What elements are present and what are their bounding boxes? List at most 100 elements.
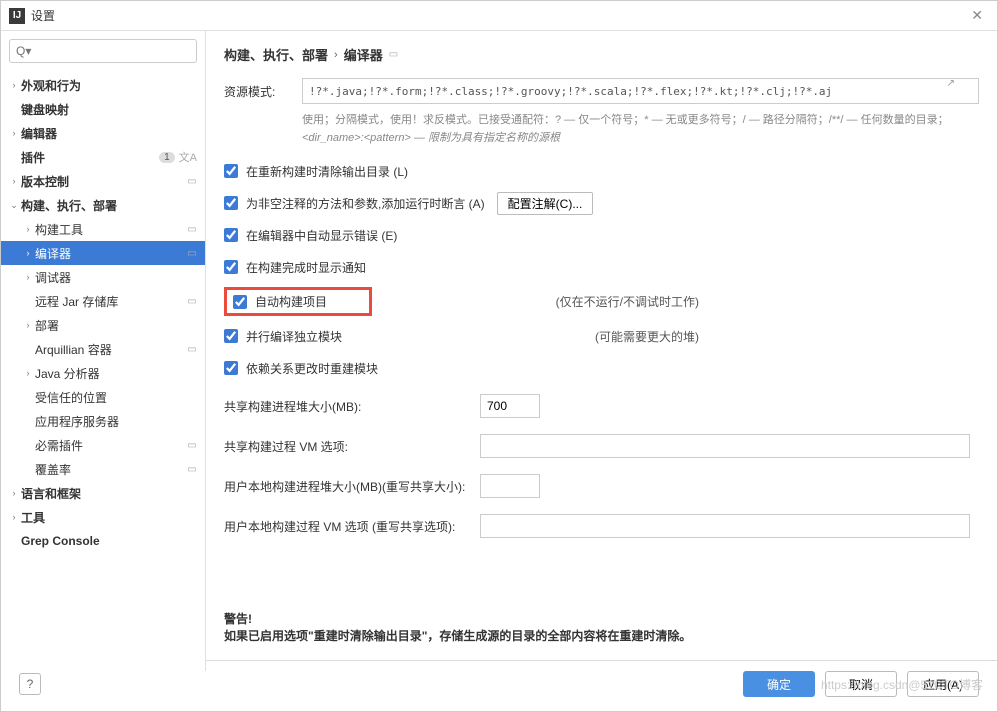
tag-icon: ▭ xyxy=(389,49,398,60)
sidebar-item[interactable]: 覆盖率▭ xyxy=(1,457,205,481)
apply-button[interactable]: 应用(A) xyxy=(907,671,979,697)
chevron-icon: › xyxy=(21,248,35,258)
tag-icon: ▭ xyxy=(185,294,199,308)
sidebar-item[interactable]: Arquillian 容器 ▭ xyxy=(1,337,205,361)
sidebar-item-label: 外观和行为 xyxy=(21,77,199,94)
sidebar-item[interactable]: 插件1 文A xyxy=(1,145,205,169)
sidebar-item-label: 覆盖率 xyxy=(35,461,181,478)
tag-icon: ▭ xyxy=(185,222,199,236)
user-heap-input[interactable] xyxy=(480,474,540,498)
chevron-right-icon: › xyxy=(334,49,338,61)
tag-icon: ▭ xyxy=(185,174,199,188)
sidebar-item-label: 调试器 xyxy=(35,269,199,286)
auto-show-errors-label: 在编辑器中自动显示错误 (E) xyxy=(246,227,397,244)
add-assertions-checkbox[interactable] xyxy=(224,196,238,210)
sidebar-item-label: 编辑器 xyxy=(21,125,199,142)
auto-build-checkbox[interactable] xyxy=(233,295,247,309)
heap-size-input[interactable] xyxy=(480,394,540,418)
window-title: 设置 xyxy=(31,7,965,24)
sidebar-item-label: Java 分析器 xyxy=(35,365,199,382)
sidebar-item[interactable]: 受信任的位置 xyxy=(1,385,205,409)
sidebar: ›外观和行为键盘映射›编辑器插件1文A›版本控制▭⌄构建、执行、部署›构建工具▭… xyxy=(1,31,206,671)
chevron-icon: › xyxy=(21,224,35,234)
ok-button[interactable]: 确定 xyxy=(743,671,815,697)
auto-build-highlight: 自动构建项目 xyxy=(224,287,372,316)
sidebar-item[interactable]: Grep Console xyxy=(1,529,205,553)
sidebar-item[interactable]: 应用程序服务器 xyxy=(1,409,205,433)
resource-pattern-label: 资源模式: xyxy=(224,83,302,100)
chevron-icon: › xyxy=(21,368,35,378)
show-notification-label: 在构建完成时显示通知 xyxy=(246,259,366,276)
clear-output-checkbox[interactable] xyxy=(224,164,238,178)
auto-show-errors-checkbox[interactable] xyxy=(224,228,238,242)
tag-icon: ▭ xyxy=(185,342,199,356)
badge: 1 xyxy=(159,152,175,163)
sidebar-item[interactable]: 键盘映射 xyxy=(1,97,205,121)
close-icon[interactable]: ✕ xyxy=(965,7,989,24)
pattern-help: 使用；分隔模式，使用！求反模式。已接受通配符：? — 仅一个符号；* — 无或更… xyxy=(224,112,979,147)
chevron-icon: › xyxy=(21,320,35,330)
sidebar-item-label: 语言和框架 xyxy=(21,485,199,502)
sidebar-item[interactable]: ›部署 xyxy=(1,313,205,337)
sidebar-item-label: 编译器 xyxy=(35,245,181,262)
expand-icon[interactable]: ↗ xyxy=(947,78,955,89)
user-heap-label: 用户本地构建进程堆大小(MB)(重写共享大小): xyxy=(224,478,480,495)
chevron-icon: › xyxy=(7,128,21,138)
footer: ? 确定 取消 应用(A) xyxy=(1,671,997,711)
auto-build-label: 自动构建项目 xyxy=(255,293,327,310)
title-bar: IJ 设置 ✕ xyxy=(1,1,997,31)
sidebar-item-label: Arquillian 容器 xyxy=(35,341,181,358)
sidebar-item[interactable]: ›调试器 xyxy=(1,265,205,289)
sidebar-item[interactable]: ›外观和行为 xyxy=(1,73,205,97)
cancel-button[interactable]: 取消 xyxy=(825,671,897,697)
sidebar-item-label: 远程 Jar 存储库 xyxy=(35,293,181,310)
sidebar-item[interactable]: ›版本控制 ▭ xyxy=(1,169,205,193)
sidebar-item[interactable]: ⌄构建、执行、部署 xyxy=(1,193,205,217)
tag-icon: ▭ xyxy=(185,246,199,260)
app-icon: IJ xyxy=(9,8,25,24)
sidebar-item[interactable]: ›编译器 ▭ xyxy=(1,241,205,265)
clear-output-label: 在重新构建时清除输出目录 (L) xyxy=(246,163,408,180)
sidebar-item[interactable]: 必需插件 ▭ xyxy=(1,433,205,457)
sidebar-item-label: 工具 xyxy=(21,509,199,526)
search-input[interactable] xyxy=(9,39,197,63)
vm-options-input[interactable] xyxy=(480,434,970,458)
rebuild-deps-label: 依赖关系更改时重建模块 xyxy=(246,360,378,377)
tag-icon: ▭ xyxy=(185,438,199,452)
breadcrumb: 构建、执行、部署 › 编译器 ▭ xyxy=(224,45,979,64)
breadcrumb-part: 构建、执行、部署 xyxy=(224,45,328,64)
chevron-icon: › xyxy=(7,176,21,186)
separator xyxy=(206,660,997,661)
sidebar-item-label: 必需插件 xyxy=(35,437,181,454)
sidebar-item[interactable]: ›工具 xyxy=(1,505,205,529)
vm-options-label: 共享构建过程 VM 选项: xyxy=(224,438,480,455)
sidebar-item-label: 构建工具 xyxy=(35,221,181,238)
auto-build-note: (仅在不运行/不调试时工作) xyxy=(556,293,979,310)
sidebar-item-label: 版本控制 xyxy=(21,173,181,190)
configure-annotations-button[interactable]: 配置注解(C)... xyxy=(497,192,594,215)
user-vm-input[interactable] xyxy=(480,514,970,538)
sidebar-item-label: 插件 xyxy=(21,149,159,166)
rebuild-deps-checkbox[interactable] xyxy=(224,361,238,375)
chevron-icon: › xyxy=(7,80,21,90)
language-icon: 文A xyxy=(179,149,197,165)
parallel-compile-note: (可能需要更大的堆) xyxy=(595,328,979,345)
resource-pattern-input[interactable] xyxy=(302,78,979,104)
sidebar-item-label: 键盘映射 xyxy=(21,101,199,118)
sidebar-item-label: 部署 xyxy=(35,317,199,334)
add-assertions-label: 为非空注释的方法和参数,添加运行时断言 (A) xyxy=(246,195,485,212)
sidebar-item-label: 应用程序服务器 xyxy=(35,413,199,430)
user-vm-label: 用户本地构建过程 VM 选项 (重写共享选项): xyxy=(224,518,480,535)
help-icon[interactable]: ? xyxy=(19,673,41,695)
chevron-icon: › xyxy=(21,272,35,282)
parallel-compile-checkbox[interactable] xyxy=(224,329,238,343)
sidebar-item[interactable]: 远程 Jar 存储库 ▭ xyxy=(1,289,205,313)
settings-dialog: IJ 设置 ✕ ›外观和行为键盘映射›编辑器插件1文A›版本控制▭⌄构建、执行、… xyxy=(0,0,998,712)
warning-text: 警告! 如果已启用选项"重建时清除输出目录"，存储生成源的目录的全部内容将在重建… xyxy=(224,610,979,644)
sidebar-item[interactable]: ›编辑器 xyxy=(1,121,205,145)
chevron-icon: ⌄ xyxy=(7,200,21,211)
sidebar-item[interactable]: ›语言和框架 xyxy=(1,481,205,505)
sidebar-item[interactable]: ›Java 分析器 xyxy=(1,361,205,385)
sidebar-item[interactable]: ›构建工具 ▭ xyxy=(1,217,205,241)
show-notification-checkbox[interactable] xyxy=(224,260,238,274)
